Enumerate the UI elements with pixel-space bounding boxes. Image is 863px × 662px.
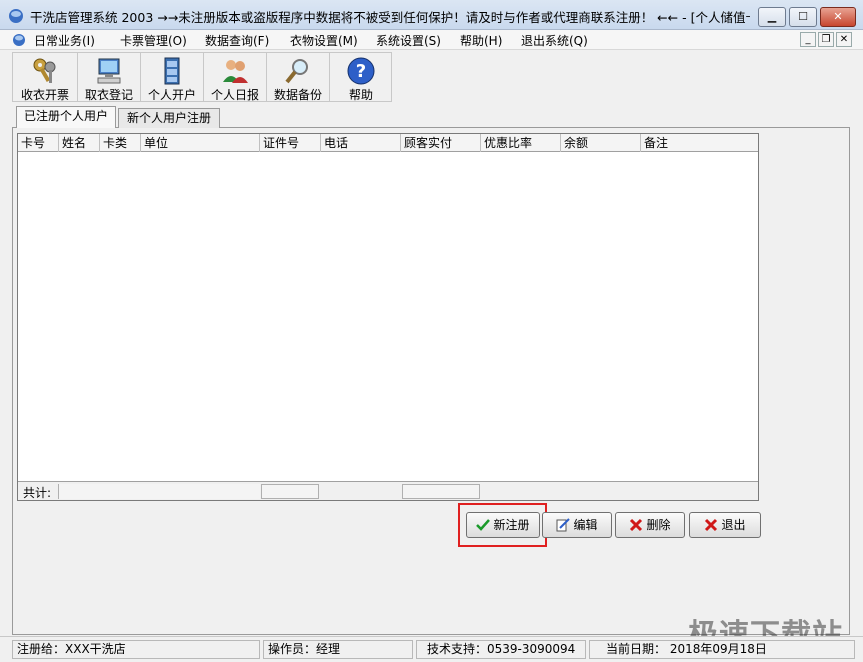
toolbar-help-button[interactable]: ? 帮助 bbox=[330, 53, 392, 102]
mdi-close-button[interactable]: ✕ bbox=[836, 32, 852, 47]
tab-new-user-register[interactable]: 新个人用户注册 bbox=[118, 108, 220, 128]
table-footer: 共计: bbox=[18, 481, 758, 500]
column-header[interactable]: 备注 bbox=[641, 134, 758, 152]
toolbar-label: 数据备份 bbox=[273, 88, 322, 102]
app-logo-icon bbox=[13, 34, 25, 46]
svg-text:?: ? bbox=[356, 61, 366, 82]
menu-system[interactable]: 系统设置(S) bbox=[376, 32, 441, 48]
computer-icon bbox=[97, 58, 121, 84]
column-header[interactable]: 单位 bbox=[141, 134, 260, 152]
app-icon bbox=[9, 9, 23, 23]
new-register-button[interactable]: 新注册 bbox=[466, 512, 540, 538]
cabinet-icon bbox=[164, 57, 180, 85]
toolbar-label: 个人日报 bbox=[210, 88, 259, 102]
edit-icon bbox=[556, 517, 571, 531]
toolbar-checkin-button[interactable]: 收衣开票 bbox=[13, 53, 78, 102]
maximize-button[interactable]: ☐ bbox=[789, 7, 817, 27]
status-support: 技术支持：0539-3090094 bbox=[416, 640, 586, 659]
column-header[interactable]: 证件号 bbox=[260, 134, 321, 152]
column-header[interactable]: 卡号 bbox=[18, 134, 59, 152]
footer-total-label: 共计: bbox=[23, 486, 52, 500]
column-header[interactable]: 姓名 bbox=[59, 134, 100, 152]
toolbar-label: 帮助 bbox=[348, 88, 373, 102]
help-icon: ? bbox=[347, 57, 375, 85]
delete-label: 删除 bbox=[646, 518, 671, 532]
toolbar-label: 个人开户 bbox=[147, 88, 196, 102]
status-bar: 注册给：XXX干洗店 操作员：经理 技术支持：0539-3090094 当前日期… bbox=[0, 636, 863, 662]
mdi-minimize-button[interactable]: _ bbox=[800, 32, 816, 47]
new-register-label: 新注册 bbox=[493, 518, 530, 532]
mdi-restore-button[interactable]: ❐ bbox=[818, 32, 834, 47]
toolbar-label: 收衣开票 bbox=[20, 88, 69, 102]
toolbar-open-account-button[interactable]: 个人开户 bbox=[141, 53, 204, 102]
table-header: 卡号 姓名 卡类 单位 证件号 电话 顾客实付 优惠比率 余额 备注 bbox=[18, 134, 758, 152]
users-icon bbox=[223, 60, 248, 83]
footer-cell bbox=[58, 484, 260, 499]
menu-daily[interactable]: 日常业务(I) bbox=[34, 32, 95, 48]
column-header[interactable]: 余额 bbox=[561, 134, 641, 152]
footer-cell bbox=[402, 484, 480, 499]
column-header[interactable]: 卡类 bbox=[100, 134, 141, 152]
status-date: 当前日期： 2018年09月18日 bbox=[589, 640, 855, 659]
title-bar: 干洗店管理系统 2003 →→未注册版本或盗版程序中数据将不被受到任何保护！请及… bbox=[0, 0, 863, 30]
exit-icon bbox=[705, 518, 718, 531]
toolbar: 收衣开票 取衣登记 个人开户 个人日报 数据备份 ? 帮助 bbox=[12, 52, 392, 102]
magnifier-icon bbox=[285, 59, 308, 84]
checkmark-icon bbox=[476, 518, 491, 531]
edit-button[interactable]: 编辑 bbox=[542, 512, 612, 538]
users-table[interactable]: 卡号 姓名 卡类 单位 证件号 电话 顾客实付 优惠比率 余额 备注 共计: bbox=[17, 133, 759, 501]
menu-help[interactable]: 帮助(H) bbox=[460, 32, 502, 48]
exit-button[interactable]: 退出 bbox=[689, 512, 761, 538]
menu-clothes[interactable]: 衣物设置(M) bbox=[290, 32, 358, 48]
menu-exit[interactable]: 退出系统(Q) bbox=[521, 32, 588, 48]
edit-label: 编辑 bbox=[573, 518, 598, 532]
delete-icon bbox=[630, 518, 643, 531]
keys-icon bbox=[33, 58, 56, 83]
delete-button[interactable]: 删除 bbox=[615, 512, 685, 538]
tab-registered-users[interactable]: 已注册个人用户 bbox=[16, 106, 116, 128]
status-operator: 操作员：经理 bbox=[263, 640, 413, 659]
window-title: 干洗店管理系统 2003 →→未注册版本或盗版程序中数据将不被受到任何保护！请及… bbox=[30, 10, 750, 25]
minimize-button[interactable]: ▁ bbox=[758, 7, 786, 27]
column-header[interactable]: 顾客实付 bbox=[401, 134, 481, 152]
toolbar-pickup-button[interactable]: 取衣登记 bbox=[78, 53, 141, 102]
status-registered-to: 注册给：XXX干洗店 bbox=[12, 640, 260, 659]
column-header[interactable]: 优惠比率 bbox=[481, 134, 561, 152]
footer-cell bbox=[261, 484, 319, 499]
exit-label: 退出 bbox=[721, 518, 746, 532]
menu-card[interactable]: 卡票管理(O) bbox=[120, 32, 187, 48]
close-button[interactable]: ✕ bbox=[820, 7, 856, 27]
toolbar-daily-report-button[interactable]: 个人日报 bbox=[204, 53, 267, 102]
toolbar-backup-button[interactable]: 数据备份 bbox=[267, 53, 330, 102]
menu-bar: 日常业务(I) 卡票管理(O) 数据查询(F) 衣物设置(M) 系统设置(S) … bbox=[0, 30, 863, 50]
column-header[interactable]: 电话 bbox=[321, 134, 401, 152]
toolbar-label: 取衣登记 bbox=[84, 88, 133, 102]
menu-query[interactable]: 数据查询(F) bbox=[205, 32, 269, 48]
